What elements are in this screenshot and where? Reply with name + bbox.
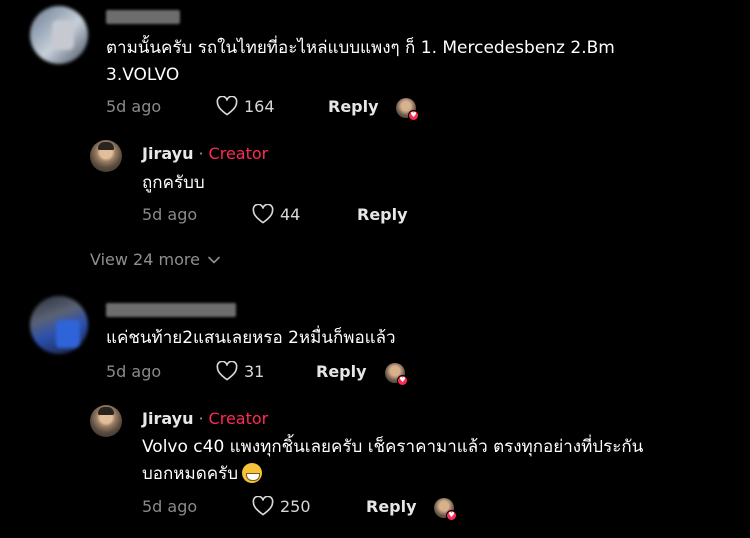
comment-text: ตามนั้นครับ รถในไทยที่อะไหล่แบบแพงๆ ก็ 1…: [106, 38, 615, 58]
like-button[interactable]: 164: [216, 96, 275, 116]
creator-avatar[interactable]: [90, 140, 122, 172]
like-count: 31: [244, 361, 265, 381]
reply-author[interactable]: Jirayu · Creator: [142, 409, 268, 428]
reply-button[interactable]: Reply: [357, 205, 408, 224]
commenter-username[interactable]: [106, 10, 180, 24]
comment-text-continued: 3.VOLVO: [106, 65, 180, 85]
like-count: 44: [280, 204, 301, 224]
creator-badge: Creator: [208, 409, 269, 428]
reply-text-line2: บอกหมดครับ: [142, 464, 239, 484]
heart-badge-icon: ♥: [408, 110, 419, 121]
commenter-avatar[interactable]: [30, 6, 88, 64]
chevron-down-icon: [208, 256, 220, 263]
like-count: 250: [280, 496, 311, 516]
reply-like-button[interactable]: 44: [252, 204, 300, 224]
like-button[interactable]: 31: [216, 361, 264, 381]
reply-text-continued: บอกหมดครับ: [142, 461, 263, 488]
author-name[interactable]: Jirayu: [142, 144, 193, 163]
reply-like-button[interactable]: 250: [252, 496, 311, 516]
reply-author[interactable]: Jirayu · Creator: [142, 144, 268, 163]
reply-button[interactable]: Reply: [316, 362, 367, 381]
commenter-avatar[interactable]: [30, 296, 88, 354]
author-name[interactable]: Jirayu: [142, 409, 193, 428]
reply-text: ถูกครับบ: [142, 173, 205, 193]
heart-badge-icon: ♥: [397, 375, 408, 386]
reply-timestamp: 5d ago: [142, 205, 198, 224]
reply-button[interactable]: Reply: [366, 497, 417, 516]
view-more-label: View 24 more: [90, 250, 200, 269]
creator-avatar[interactable]: [90, 405, 122, 437]
heart-outline-icon: [252, 496, 274, 516]
reply-button[interactable]: Reply: [328, 97, 379, 116]
creator-badge: Creator: [208, 144, 269, 163]
heart-outline-icon: [216, 361, 238, 381]
separator-dot: ·: [198, 409, 204, 428]
heart-outline-icon: [252, 204, 274, 224]
comment-text: แค่ชนท้าย2แสนเลยหรอ 2หมื่นก็พอแล้ว: [106, 328, 396, 348]
heart-outline-icon: [216, 96, 238, 116]
comment-timestamp: 5d ago: [106, 362, 162, 381]
separator-dot: ·: [198, 144, 204, 163]
like-count: 164: [244, 96, 275, 116]
view-more-replies-button[interactable]: View 24 more: [90, 250, 220, 269]
heart-badge-icon: ♥: [446, 510, 457, 521]
grinning-face-emoji-icon: [242, 463, 263, 483]
reply-text: Volvo c40 แพงทุกชิ้นเลยครับ เช็คราคามาแล…: [142, 437, 644, 457]
commenter-username[interactable]: [106, 303, 236, 317]
comment-timestamp: 5d ago: [106, 97, 162, 116]
reply-timestamp: 5d ago: [142, 497, 198, 516]
